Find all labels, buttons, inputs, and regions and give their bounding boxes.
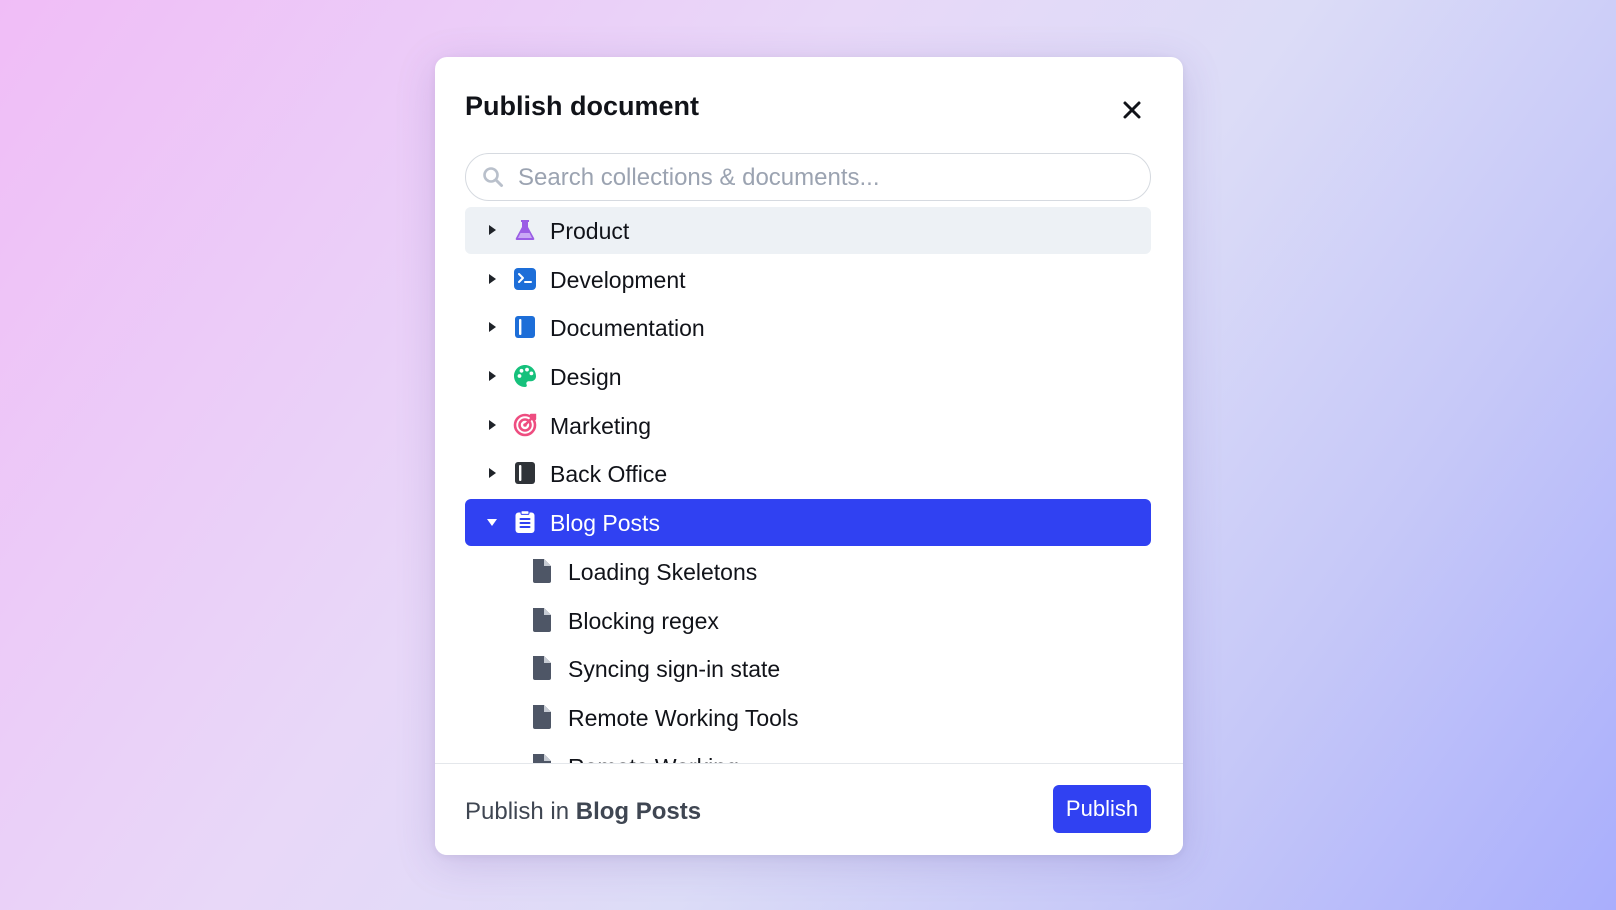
chevron-right-icon[interactable] (485, 320, 499, 334)
target-icon (513, 413, 537, 437)
tree-item-label: Syncing sign-in state (568, 656, 781, 683)
chevron-right-icon[interactable] (485, 369, 499, 383)
tree-item-label: Blog Posts (550, 510, 660, 537)
document-icon (533, 656, 551, 681)
tree-item-document[interactable]: Remote Working (465, 743, 1151, 763)
tree-item-development[interactable]: Development (465, 256, 1151, 303)
publish-dialog: Publish document Product (435, 57, 1183, 855)
tree-item-label: Marketing (550, 412, 651, 439)
tree-item-design[interactable]: Design (465, 353, 1151, 400)
tree-item-marketing[interactable]: Marketing (465, 402, 1151, 449)
tree-item-label: Blocking regex (568, 607, 719, 634)
tree-item-documentation[interactable]: Documentation (465, 304, 1151, 351)
publish-destination: Publish in Blog Posts (465, 798, 701, 826)
document-icon (533, 704, 551, 729)
chevron-right-icon[interactable] (485, 223, 499, 237)
tree-item-label: Back Office (550, 461, 668, 488)
tree-item-blog-posts[interactable]: Blog Posts (465, 499, 1151, 547)
terminal-icon (514, 267, 536, 290)
collection-tree: Product Development Documentation Design… (465, 207, 1153, 763)
search-icon (483, 167, 503, 187)
clipboard-icon (515, 510, 535, 534)
beaker-icon (515, 220, 535, 240)
close-icon[interactable] (1117, 95, 1147, 125)
chevron-down-icon[interactable] (485, 515, 499, 529)
tree-item-label: Design (550, 364, 622, 391)
document-icon (533, 607, 551, 632)
tree-item-product[interactable]: Product (465, 207, 1151, 254)
publish-in-prefix: Publish in (465, 798, 570, 825)
tree-item-document[interactable]: Remote Working Tools (465, 694, 1151, 741)
publish-in-target: Blog Posts (575, 798, 702, 825)
search-box[interactable] (465, 153, 1151, 201)
tree-item-back-office[interactable]: Back Office (465, 450, 1151, 497)
tree-item-label: Remote Working (568, 754, 739, 763)
tree-item-document[interactable]: Blocking regex (465, 597, 1151, 644)
search-input[interactable] (516, 154, 1120, 201)
tree-item-label: Loading Skeletons (568, 558, 758, 585)
document-icon (533, 558, 551, 583)
palette-icon (514, 365, 536, 388)
tree-item-label: Documentation (550, 315, 705, 342)
tree-item-label: Development (550, 266, 686, 293)
tree-item-document[interactable]: Syncing sign-in state (465, 645, 1151, 692)
tree-item-document[interactable]: Loading Skeletons (465, 548, 1151, 595)
close-button[interactable] (1117, 95, 1147, 125)
publish-button[interactable]: Publish (1053, 785, 1151, 833)
dialog-footer: Publish in Blog Posts Publish (435, 763, 1183, 855)
document-icon (533, 753, 551, 763)
tree-item-label: Product (550, 218, 630, 244)
chevron-right-icon[interactable] (485, 272, 499, 286)
chevron-right-icon[interactable] (485, 466, 499, 480)
notebook-icon (515, 462, 535, 485)
chevron-right-icon[interactable] (485, 418, 499, 432)
tree-item-label: Remote Working Tools (568, 704, 799, 731)
book-icon (515, 316, 535, 339)
dialog-title: Publish document (465, 91, 700, 121)
